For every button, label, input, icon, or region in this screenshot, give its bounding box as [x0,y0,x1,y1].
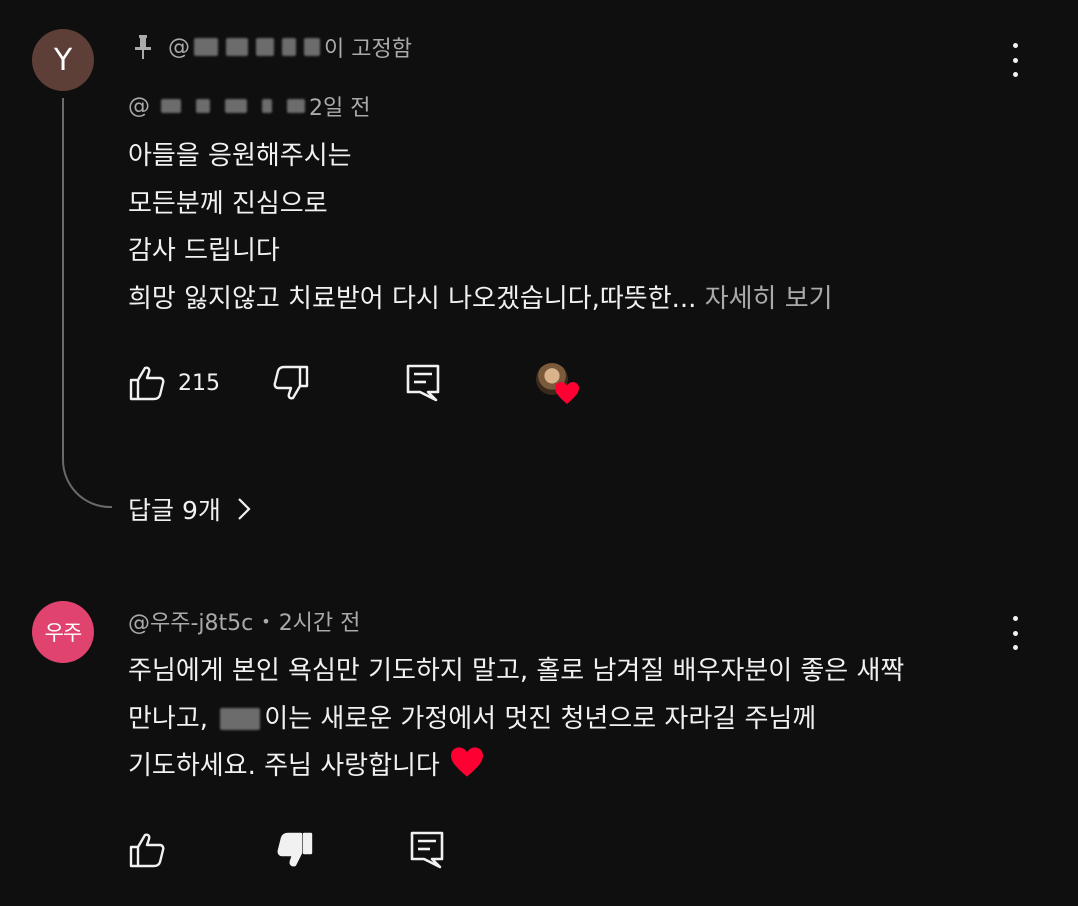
dislike-button[interactable] [276,831,314,869]
thumbs-down-icon [273,365,309,400]
thumbs-down-icon [277,832,313,867]
author-handle[interactable]: @우주-j8t5c [128,605,253,637]
pin-icon [135,35,151,59]
reply-button[interactable] [410,831,444,869]
comment-line: 주님에게 본인 욕심만 기도하지 말고, 홀로 남겨질 배우자분이 좋은 새짝 [128,656,905,686]
like-button[interactable] [128,364,166,402]
like-count: 215 [178,370,220,396]
redacted-text [226,38,248,56]
redacted-text [287,98,305,113]
chevron-right-icon [238,498,251,520]
comment-line: 아들을 응원해주시는 [128,141,352,171]
avatar-letter: 우주 [44,621,83,645]
reply-icon [406,364,440,402]
avatar[interactable]: Y [32,29,94,91]
comment-line: 기도하세요. 주님 사랑합니다 [128,743,904,791]
comment-body: 아들을 응원해주시는 모든분께 진심으로 감사 드립니다 희망 잃지않고 치료받… [128,133,833,323]
pinned-by-label: 이 고정함 [324,37,412,62]
heart-icon [555,382,579,404]
redacted-text [161,98,181,113]
more-vertical-icon[interactable] [1011,43,1019,77]
redacted-text [196,98,210,113]
redacted-text [256,38,274,56]
thread-connector-line [62,98,112,508]
comment-body: 주님에게 본인 욕심만 기도하지 말고, 홀로 남겨질 배우자분이 좋은 새짝 … [128,648,904,791]
creator-heart [536,363,579,404]
pinned-by-handle: @ [168,35,324,60]
comment-line: 희망 잃지않고 치료받어 다시 나오겠습니다,따뜻한... [128,283,697,314]
comment-meta: @ 2일 전 [128,89,370,123]
thumbs-up-icon [129,366,165,401]
reply-button[interactable] [406,364,440,402]
comment-time[interactable]: 2일 전 [309,90,370,122]
thumbs-up-icon [129,833,165,868]
read-more-link[interactable]: 자세히 보기 [705,284,833,314]
dislike-button[interactable] [272,364,310,402]
avatar[interactable]: 우주 [32,601,94,663]
redacted-text [304,38,320,56]
redacted-text [262,98,272,113]
like-button[interactable] [128,831,166,869]
comment-line-last: 희망 잃지않고 치료받어 다시 나오겠습니다,따뜻한... 자세히 보기 [128,276,833,324]
comment-line: 만나고, 이는 새로운 가정에서 멋진 청년으로 자라길 주님께 [128,703,817,734]
meta-separator: • [261,611,271,631]
redacted-text [194,38,218,56]
redacted-text [282,38,296,56]
redacted-text [220,707,261,730]
comment-actions [128,830,444,870]
view-replies-button[interactable]: 답글 9개 [128,488,251,530]
comment-line: 감사 드립니다 [128,236,280,266]
redacted-text [225,98,247,113]
comment-time[interactable]: 2시간 전 [279,605,361,637]
heart-icon [451,747,484,777]
more-vertical-icon[interactable] [1011,616,1019,650]
comment-line: 모든분께 진심으로 [128,188,328,219]
author-handle[interactable]: @ [128,94,309,119]
avatar-letter: Y [53,42,73,78]
pinned-indicator: @ 이 고정함 [132,30,412,64]
reply-icon [410,831,444,869]
comment-meta: @우주-j8t5c • 2시간 전 [128,604,360,638]
comment-actions: 215 [128,363,440,403]
replies-count-label: 답글 9개 [128,496,221,525]
